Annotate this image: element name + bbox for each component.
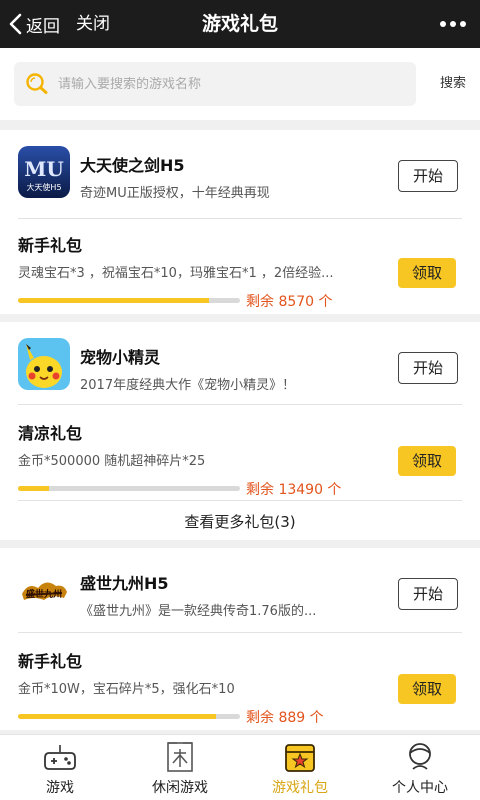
gift-contents: 灵魂宝石*3 ，祝福宝石*10，玛雅宝石*1 ，2倍经验... — [18, 266, 334, 281]
divider — [18, 404, 462, 405]
svg-text:盛世九州: 盛世九州 — [26, 588, 62, 600]
svg-text:MU: MU — [24, 157, 64, 181]
pikachu-icon[interactable] — [18, 338, 70, 390]
gift-title: 新手礼包 — [18, 652, 83, 671]
remaining-progress-bar — [18, 714, 240, 719]
game-description: 奇迹MU正版授权，十年经典再现 — [80, 186, 270, 201]
more-dot-icon — [440, 21, 446, 27]
claim-button[interactable]: 领取 — [398, 446, 456, 476]
tab-leisure-games[interactable]: 休闲游戏 — [120, 735, 240, 800]
start-button[interactable]: 开始 — [398, 578, 458, 610]
tab-label: 个人中心 — [392, 780, 448, 796]
gamepad-icon — [43, 741, 77, 777]
tab-label: 游戏 — [46, 780, 74, 796]
mu-logo-icon[interactable]: MU 大天使H5 — [18, 146, 70, 198]
game-card: MU 大天使H5 大天使之剑H5 奇迹MU正版授权，十年经典再现 开始 新手礼包… — [0, 130, 480, 314]
more-menu-button[interactable] — [440, 0, 466, 48]
remaining-count: 剩余 8570 个 — [246, 294, 333, 310]
gift-contents: 金币*10W，宝石碎片*5，强化石*10 — [18, 682, 235, 697]
remaining-progress-bar — [18, 298, 240, 303]
game-card: 宠物小精灵 2017年度经典大作《宠物小精灵》！ 开始 清凉礼包 金币*5000… — [0, 322, 480, 540]
leisure-icon — [165, 741, 195, 777]
gift-contents: 金币*500000 随机超神碎片*25 — [18, 454, 206, 469]
search-box[interactable] — [14, 62, 416, 106]
claim-button[interactable]: 领取 — [398, 258, 456, 288]
search-icon — [26, 73, 48, 94]
gift-item: 新手礼包 灵魂宝石*3 ，祝福宝石*10，玛雅宝石*1 ，2倍经验... 领取 … — [0, 218, 480, 314]
view-more-gifts-link[interactable]: 查看更多礼包(3) — [0, 502, 480, 542]
close-button[interactable]: 关闭 — [76, 0, 110, 48]
gift-item: 新手礼包 金币*10W，宝石碎片*5，强化石*10 领取 剩余 889 个 — [0, 634, 480, 730]
start-button[interactable]: 开始 — [398, 160, 458, 192]
search-button[interactable]: 搜索 — [440, 62, 466, 106]
search-input[interactable] — [58, 76, 398, 92]
progress-fill — [18, 486, 50, 491]
user-icon — [404, 741, 436, 777]
back-button[interactable]: 返回 — [8, 0, 60, 48]
gift-title: 新手礼包 — [18, 236, 83, 255]
game-name: 宠物小精灵 — [80, 348, 161, 367]
tab-games[interactable]: 游戏 — [0, 735, 120, 800]
shengshi-jiuzhou-logo-icon[interactable]: 盛世九州 — [18, 564, 70, 616]
gift-title: 清凉礼包 — [18, 424, 83, 443]
game-header: MU 大天使H5 大天使之剑H5 奇迹MU正版授权，十年经典再现 开始 — [0, 130, 480, 218]
remaining-count: 剩余 13490 个 — [246, 482, 342, 498]
more-dot-icon — [450, 21, 456, 27]
progress-fill — [18, 714, 216, 719]
game-name: 盛世九州H5 — [80, 574, 169, 593]
top-bar: 返回 关闭 游戏礼包 — [0, 0, 480, 48]
gift-item: 清凉礼包 金币*500000 随机超神碎片*25 领取 剩余 13490 个 — [0, 406, 480, 502]
divider — [18, 500, 462, 501]
remaining-count: 剩余 889 个 — [246, 710, 324, 726]
tab-label: 游戏礼包 — [272, 780, 328, 796]
tab-label: 休闲游戏 — [152, 780, 208, 796]
bottom-tab-bar: 游戏 休闲游戏 游戏礼包 个人中心 — [0, 734, 480, 800]
chevron-left-icon — [9, 13, 22, 35]
remaining-progress-bar — [18, 486, 240, 491]
claim-button[interactable]: 领取 — [398, 674, 456, 704]
game-card: 盛世九州 盛世九州H5 《盛世九州》是一款经典传奇1.76版的... 开始 新手… — [0, 548, 480, 730]
start-button[interactable]: 开始 — [398, 352, 458, 384]
gift-box-icon — [283, 741, 317, 777]
svg-text:大天使H5: 大天使H5 — [26, 182, 61, 192]
divider — [18, 632, 462, 633]
search-bar: 搜索 — [0, 48, 480, 120]
progress-fill — [18, 298, 209, 303]
game-name: 大天使之剑H5 — [80, 156, 185, 175]
tab-personal-center[interactable]: 个人中心 — [360, 735, 480, 800]
page-title: 游戏礼包 — [201, 13, 278, 35]
back-label: 返回 — [26, 16, 60, 37]
more-dot-icon — [460, 21, 466, 27]
game-description: 2017年度经典大作《宠物小精灵》！ — [80, 378, 296, 393]
tab-gift-packs[interactable]: 游戏礼包 — [240, 735, 360, 800]
game-header: 盛世九州 盛世九州H5 《盛世九州》是一款经典传奇1.76版的... 开始 — [0, 548, 480, 636]
game-description: 《盛世九州》是一款经典传奇1.76版的... — [80, 604, 317, 619]
game-header: 宠物小精灵 2017年度经典大作《宠物小精灵》！ 开始 — [0, 322, 480, 410]
